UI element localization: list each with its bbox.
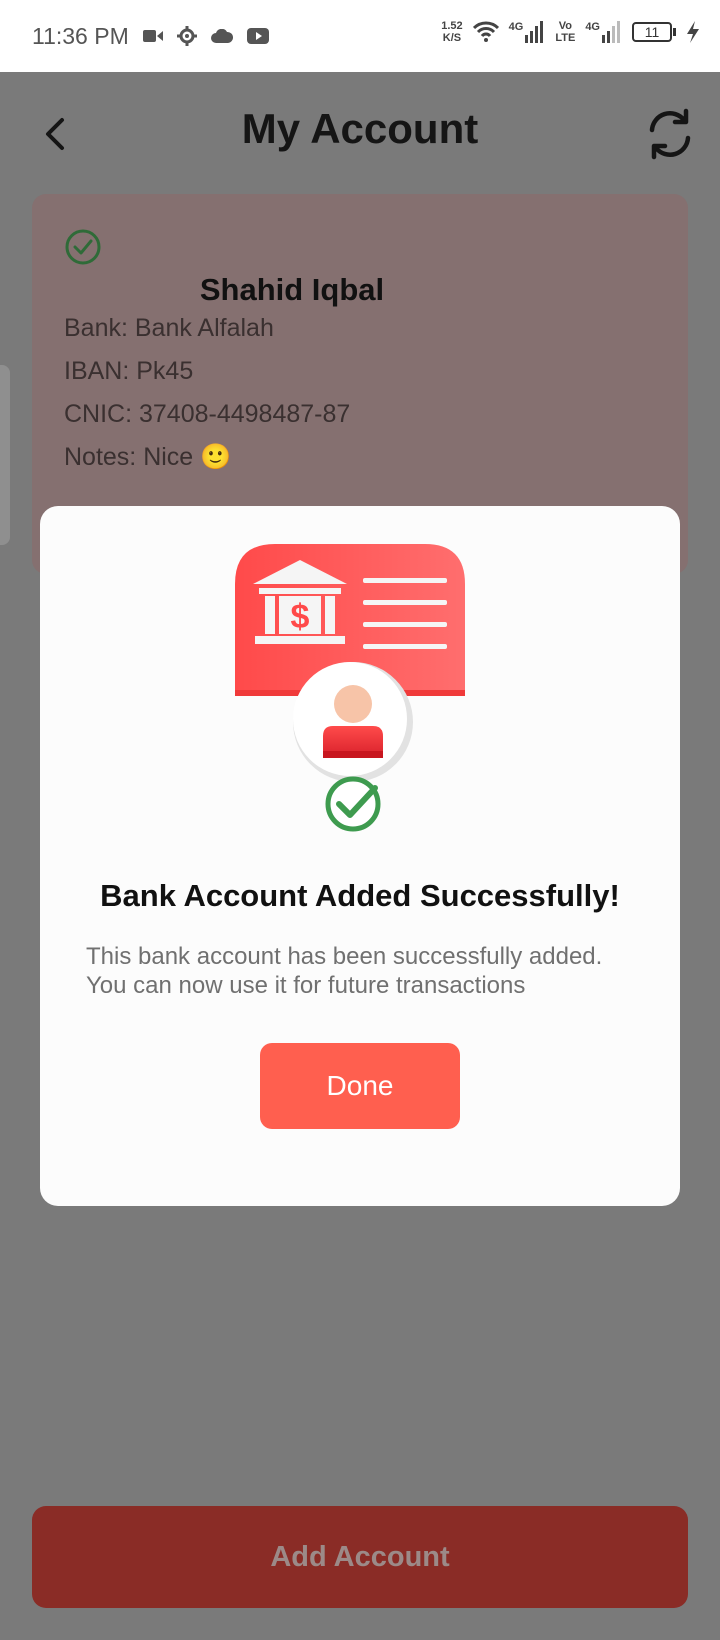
side-edge-handle[interactable] [0,365,10,545]
status-bar: 11:36 PM 1.52 K/S 4G Vo LTE 4G 11 [0,0,720,72]
settings-gear-icon [176,26,197,46]
add-account-button[interactable]: Add Account [32,1506,688,1608]
account-cnic: CNIC: 37408-4498487-87 [64,400,351,428]
youtube-icon [246,28,269,44]
charging-icon [687,21,699,43]
battery-icon: 11 [632,22,676,42]
volte-indicator: Vo LTE [555,20,576,44]
refresh-icon[interactable] [644,108,696,160]
signal-label-1: 4G [508,21,524,33]
network-speed: 1.52 K/S [441,20,463,44]
dialog-title: Bank Account Added Successfully! [100,878,620,913]
signal-label-2: 4G [585,21,600,33]
account-notes: Notes: Nice 🙂 [64,443,232,471]
video-camera-icon [142,30,163,42]
wifi-icon [472,21,499,42]
account-iban: IBAN: Pk45 [64,357,194,385]
dialog-message: This bank account has been successfully … [86,943,603,999]
bank-account-illustration: $ [235,544,465,832]
done-button[interactable]: Done [260,1043,460,1129]
account-bank: Bank: Bank Alfalah [64,314,274,342]
verified-check-icon [65,229,101,265]
svg-text:$: $ [291,598,310,636]
account-holder-name: Shahid Iqbal [199,272,385,307]
cloud-icon [210,29,233,43]
status-time: 11:36 PM [32,22,129,49]
signal-icon-2 [602,21,620,43]
signal-icon [525,21,544,43]
page-title: My Account [241,105,479,152]
success-dialog: $ Bank Account Added Successfully! This … [40,506,680,1206]
